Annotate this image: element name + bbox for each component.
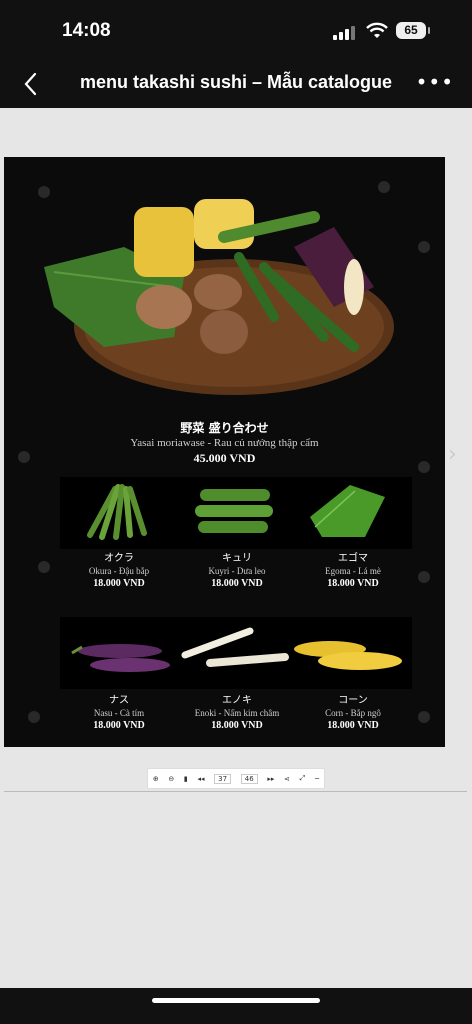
item-name: キュリ [222, 553, 252, 564]
corn-image [294, 641, 402, 670]
menu-icon[interactable]: ─ [315, 775, 319, 783]
row2-images [71, 627, 402, 672]
status-time: 14:08 [62, 20, 111, 41]
item-desc: Kuyri - Dưa leo [208, 566, 266, 576]
fullscreen-icon[interactable]: ⤢ [300, 774, 306, 783]
okra-image [87, 484, 147, 540]
hero-price: 45.000 VND [193, 451, 256, 465]
home-bar [0, 988, 472, 1024]
item-name: ナス [109, 695, 129, 706]
item-name: エノキ [222, 695, 252, 706]
item-name: オクラ [104, 553, 134, 564]
vegetable-platter-image [44, 199, 394, 395]
zoom-out-icon[interactable]: ⊖ [168, 775, 174, 783]
more-options-icon[interactable]: ••• [416, 70, 454, 94]
last-page-icon[interactable]: ▸▸ [267, 775, 274, 783]
zoom-in-icon[interactable]: ⊕ [153, 775, 159, 783]
item-price: 18.000 VND [327, 578, 379, 589]
item-price: 18.000 VND [93, 720, 145, 731]
item-name: コーン [338, 695, 368, 706]
cucumber-image [195, 489, 273, 533]
item-desc: Nasu - Cà tím [93, 708, 145, 718]
item-okura: オクラ Okura - Đậu bắp 18.000 VND [60, 549, 178, 589]
item-corn: コーン Corn - Bắp ngô 18.000 VND [294, 691, 412, 731]
vegetable-strip-row2 [60, 617, 412, 689]
battery-icon: 65 [396, 22, 430, 39]
total-pages: 46 [240, 773, 258, 784]
cellular-signal-icon [333, 24, 359, 40]
navigation-bar: menu takashi sushi – Mẫu catalogue ••• [0, 62, 472, 108]
item-kuyri: キュリ Kuyri - Dưa leo 18.000 VND [178, 549, 296, 589]
home-indicator[interactable] [152, 998, 320, 1003]
hero-name-jp: 野菜 盛り合わせ [180, 421, 269, 435]
item-desc: Enoki - Nấm kim châm [194, 708, 280, 718]
current-page-field[interactable]: 37 [214, 773, 232, 784]
item-desc: Egoma - Lá mè [325, 566, 381, 576]
item-egoma: エゴマ Egoma - Lá mè 18.000 VND [294, 549, 412, 589]
item-desc: Corn - Bắp ngô [325, 708, 381, 718]
item-price: 18.000 VND [211, 720, 263, 731]
perilla-leaves-image [310, 485, 385, 537]
hero-subtitle: Yasai moriawase - Rau củ nướng thập cẩm [130, 437, 319, 449]
item-price: 18.000 VND [327, 720, 379, 731]
eggplant-image [71, 644, 170, 672]
item-price: 18.000 VND [93, 578, 145, 589]
vegetable-strip-row1 [60, 477, 412, 549]
next-page-arrow-icon[interactable]: › [448, 442, 457, 467]
share-icon[interactable]: ⋖ [284, 775, 290, 783]
catalogue-page: 野菜 盛り合わせ Yasai moriawase - Rau củ nướng … [4, 157, 445, 747]
item-name: エゴマ [338, 553, 368, 564]
item-nasu: ナス Nasu - Cà tím 18.000 VND [60, 691, 178, 731]
wifi-icon [366, 22, 388, 38]
status-bar: 14:08 65 [0, 0, 472, 62]
item-desc: Okura - Đậu bắp [88, 566, 150, 576]
divider [4, 791, 467, 792]
item-price: 18.000 VND [211, 578, 263, 589]
first-page-icon[interactable]: ◂◂ [197, 775, 204, 783]
page-title: menu takashi sushi – Mẫu catalogue [79, 72, 393, 92]
row1-images [87, 484, 385, 540]
back-arrow-icon[interactable] [20, 68, 44, 100]
viewer-toolbar: ⊕ ⊖ ▮ ◂◂ 37 46 ▸▸ ⋖ ⤢ ─ [147, 768, 325, 789]
bookmark-icon[interactable]: ▮ [184, 775, 188, 783]
item-enoki: エノキ Enoki - Nấm kim châm 18.000 VND [178, 691, 296, 731]
enoki-image [181, 627, 289, 667]
